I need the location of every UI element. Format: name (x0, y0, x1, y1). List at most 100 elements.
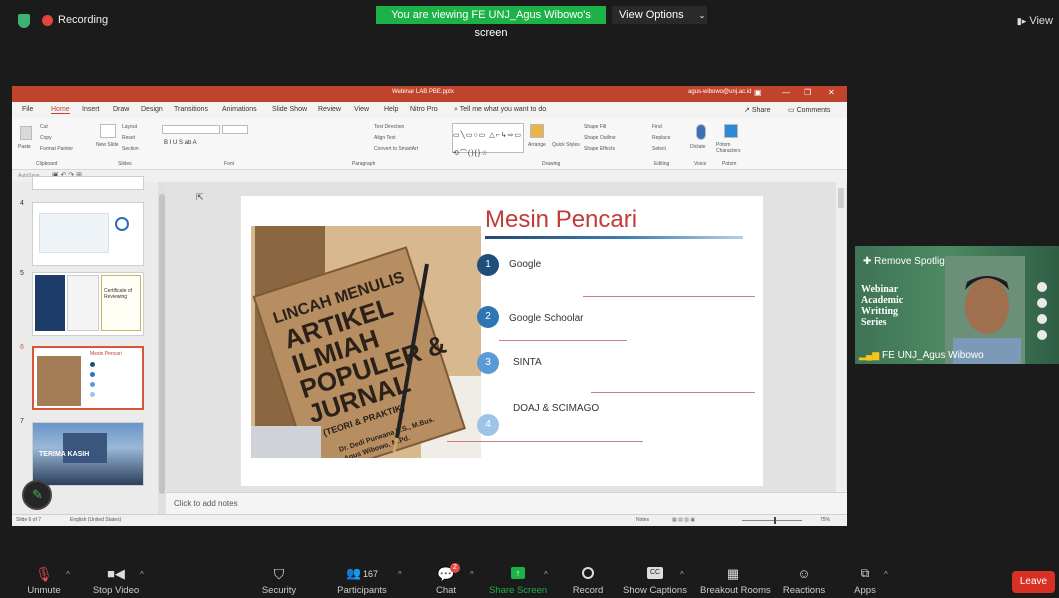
font-format-icons[interactable]: B I U S ab A (164, 140, 197, 146)
slide-thumbnail-3[interactable] (32, 176, 144, 190)
apps-caret-icon[interactable]: ^ (884, 570, 888, 579)
zoom-slider-thumb[interactable] (774, 517, 776, 524)
video-caret-icon[interactable]: ^ (140, 570, 144, 579)
paste-label[interactable]: Paste (18, 144, 31, 150)
dictate-label[interactable]: Dictate (690, 144, 706, 150)
slide-thumbnails-pane[interactable]: 4 5 Certificate of Reviewing 6 Mesin Pen… (12, 176, 158, 514)
item-underline-2 (499, 340, 627, 341)
cut-label[interactable]: Cut (40, 124, 48, 130)
arrange-label[interactable]: Arrange (528, 142, 546, 148)
share-button[interactable]: ↗ Share (744, 106, 771, 114)
thumb5-cert-right: Certificate of Reviewing (101, 275, 141, 331)
close-icon[interactable]: ✕ (828, 88, 835, 97)
new-slide-label[interactable]: New Slide (96, 142, 119, 148)
restore-icon[interactable]: ❐ (804, 88, 811, 97)
arrange-icon[interactable] (530, 124, 544, 138)
select-label[interactable]: Select (652, 146, 666, 152)
paste-icon[interactable] (20, 126, 32, 140)
menu-animations[interactable]: Animations (222, 106, 257, 113)
annotate-pen-button[interactable]: ✎ (22, 480, 52, 510)
menu-home[interactable]: Home (51, 106, 70, 114)
shapes-gallery[interactable]: ▭╲▭○▭ △⌐↳⇨▭ ⟲⌒(){}☆ (452, 123, 524, 157)
view-options-button[interactable]: View Options ⌄ (612, 6, 707, 24)
reset-label[interactable]: Reset (122, 135, 135, 141)
view-mode-icons[interactable]: ▦ ▤ ▥ ▣ (672, 517, 695, 523)
chat-button[interactable]: 💬 2 Chat (428, 558, 464, 598)
slide-thumbnail-5[interactable]: Certificate of Reviewing (32, 272, 144, 336)
thumbnails-scroll-thumb[interactable] (159, 194, 165, 494)
replace-label[interactable]: Replace (652, 135, 670, 141)
thumbnails-scrollbar[interactable] (158, 182, 166, 514)
slide-scrollbar[interactable] (836, 182, 846, 492)
shared-screen[interactable]: Webinar LAB PBE.pptx agus-wibowo@unj.ac.… (12, 86, 847, 526)
shape-outline-label[interactable]: Shape Outline (584, 135, 616, 141)
ppt-status-bar: Slide 6 of 7 English (United States) Not… (12, 514, 847, 526)
apps-button[interactable]: ⧉ Apps (850, 558, 880, 598)
leave-button[interactable]: Leave (1012, 571, 1055, 593)
show-captions-button[interactable]: CC Show Captions (622, 558, 688, 598)
shape-fill-label[interactable]: Shape Fill (584, 124, 606, 130)
layout-label[interactable]: Layout (122, 124, 137, 130)
section-label[interactable]: Section (122, 146, 139, 152)
text-direction-label[interactable]: Text Direction (374, 124, 404, 130)
group-editing: Editing (654, 161, 670, 167)
menu-slide-show[interactable]: Slide Show (272, 106, 307, 113)
recording-label[interactable]: Recording (58, 14, 108, 26)
security-button[interactable]: ⛉ Security (256, 558, 302, 598)
zoom-slider[interactable] (742, 520, 802, 521)
unmute-button[interactable]: 🎙 Unmute (14, 558, 74, 598)
zoom-level[interactable]: 75% (820, 517, 830, 523)
menu-nitro-pro[interactable]: Nitro Pro (410, 106, 438, 113)
shape-effects-label[interactable]: Shape Effects (584, 146, 615, 152)
menu-insert[interactable]: Insert (82, 106, 100, 113)
microphone-icon[interactable] (696, 124, 706, 140)
signal-bars-icon: ▂▄▆ (859, 350, 880, 360)
status-language[interactable]: English (United States) (70, 517, 121, 523)
notes-placeholder[interactable]: Click to add notes (174, 499, 238, 508)
participants-button[interactable]: 👥 167 Participants (332, 558, 392, 598)
current-slide[interactable]: LINCAH MENULIS ARTIKEL ILMIAH POPULER & … (241, 196, 763, 486)
slide-thumbnail-6[interactable]: Mesin Pencari (32, 346, 144, 410)
status-notes-button[interactable]: Notes (636, 517, 649, 523)
share-caret-icon[interactable]: ^ (544, 570, 548, 579)
quick-styles-label[interactable]: Quick Styles (552, 142, 580, 148)
breakout-rooms-button[interactable]: ▦ Breakout Rooms (700, 558, 771, 598)
menu-design[interactable]: Design (141, 106, 163, 113)
captions-caret-icon[interactable]: ^ (680, 570, 684, 579)
menu-transitions[interactable]: Transitions (174, 106, 208, 113)
potom-icon[interactable] (724, 124, 738, 138)
align-text-label[interactable]: Align Text (374, 135, 396, 141)
convert-smartart-label[interactable]: Convert to SmartArt (374, 146, 418, 152)
view-button[interactable]: ▮▸ View (1017, 15, 1053, 27)
menu-file[interactable]: File (22, 106, 33, 113)
encryption-shield-icon[interactable] (18, 14, 30, 28)
unmute-caret-icon[interactable]: ^ (66, 570, 70, 579)
minimize-icon[interactable]: — (782, 88, 790, 97)
stop-video-button[interactable]: ■◀ Stop Video (88, 558, 144, 598)
remove-spotlight-button[interactable]: ✚ Remove Spotlight (863, 256, 953, 267)
share-screen-button[interactable]: ↑ Share Screen (488, 558, 548, 598)
comments-button[interactable]: ▭ Comments (788, 106, 830, 114)
copy-label[interactable]: Copy (40, 135, 52, 141)
chat-caret-icon[interactable]: ^ (470, 570, 474, 579)
menu-draw[interactable]: Draw (113, 106, 129, 113)
potom-characters-label[interactable]: Potom Characters (716, 142, 750, 154)
record-button[interactable]: Record (568, 558, 608, 598)
new-slide-icon[interactable] (100, 124, 116, 138)
find-label[interactable]: Find (652, 124, 662, 130)
tell-me-search[interactable]: ⌕ Tell me what you want to do (454, 106, 546, 114)
menu-review[interactable]: Review (318, 106, 341, 113)
slide-thumbnail-4[interactable] (32, 202, 144, 266)
spotlight-video-tile[interactable]: ✚ Remove Spotlight Webinar Academic Writ… (855, 246, 1059, 364)
font-size-field[interactable] (222, 125, 248, 134)
slide-thumbnail-7[interactable]: TERIMA KASIH (32, 422, 144, 486)
notes-pane[interactable]: Click to add notes (166, 492, 847, 514)
reactions-button[interactable]: ☺ Reactions (780, 558, 828, 598)
menu-view[interactable]: View (354, 106, 369, 113)
slide-scroll-thumb[interactable] (838, 188, 844, 208)
menu-help[interactable]: Help (384, 106, 398, 113)
participants-caret-icon[interactable]: ^ (398, 570, 402, 579)
ribbon-display-icon[interactable]: ▣ (754, 88, 762, 97)
font-name-field[interactable] (162, 125, 220, 134)
format-painter-label[interactable]: Format Painter (40, 146, 73, 152)
